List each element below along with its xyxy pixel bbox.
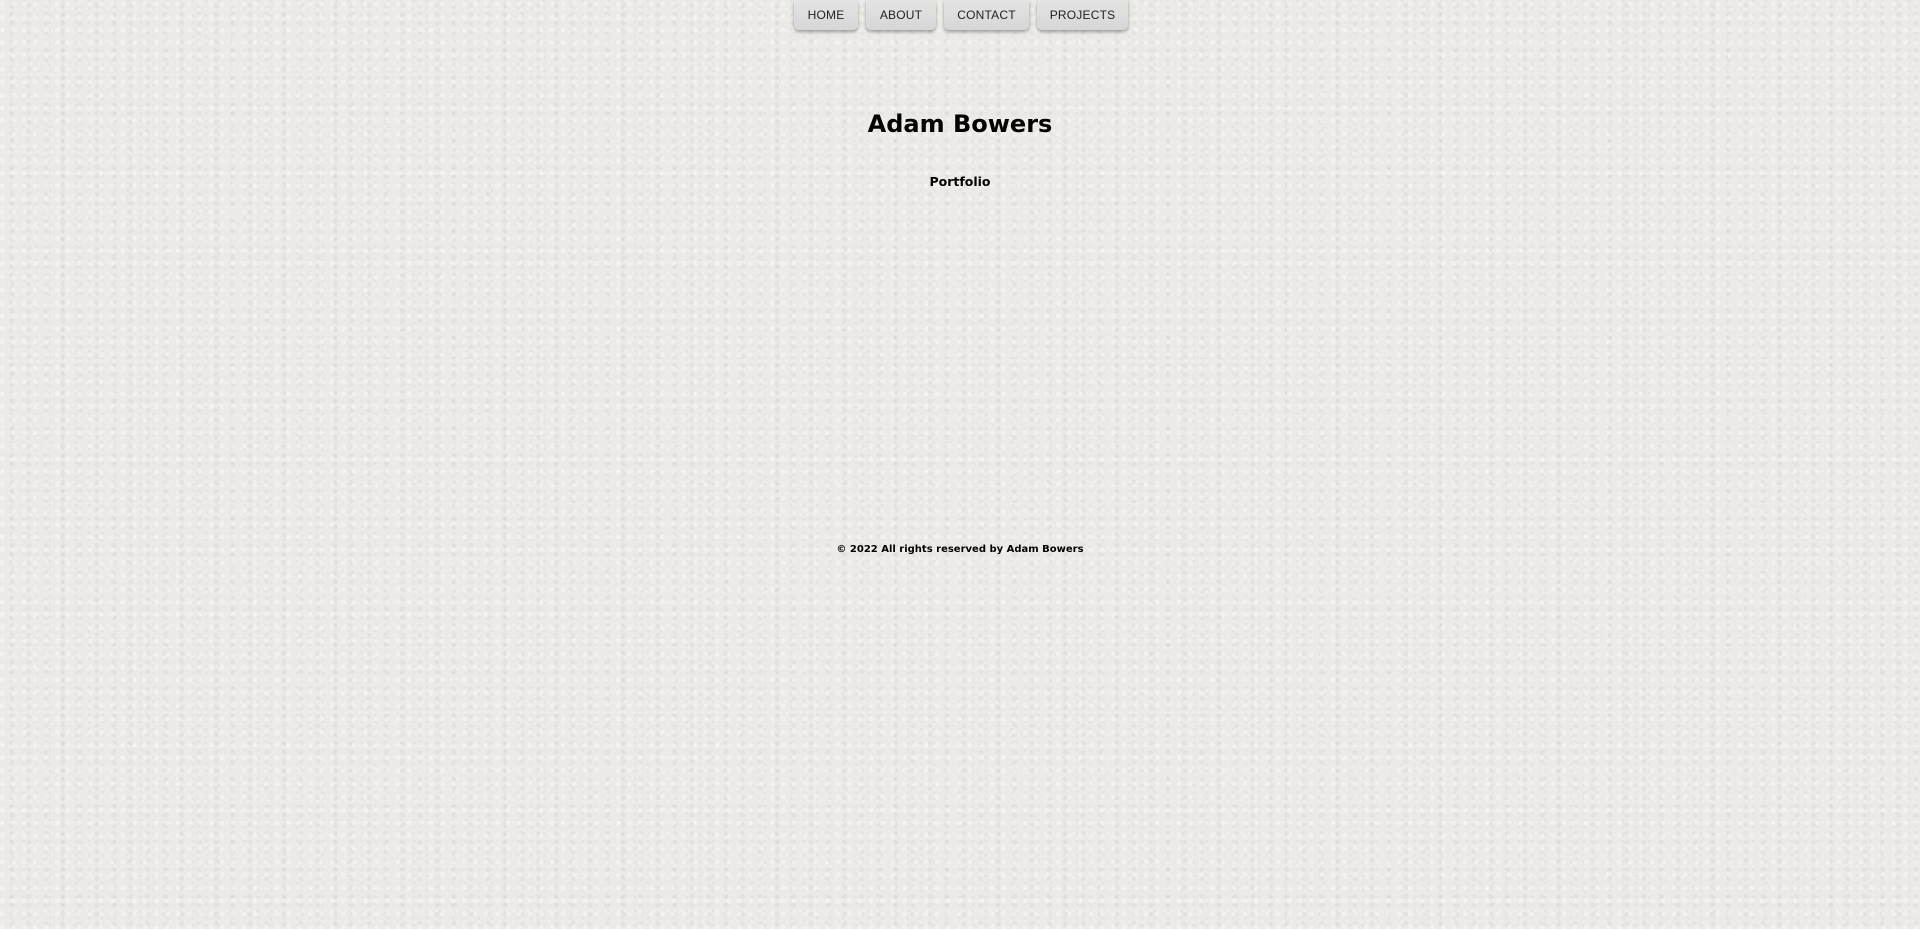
page-title: Adam Bowers [867, 110, 1053, 138]
nav-about-button[interactable]: ABOUT [866, 0, 936, 30]
page-subtitle: Portfolio [929, 174, 991, 189]
top-navigation: HOME ABOUT CONTACT PROJECTS [794, 0, 1128, 30]
nav-home-button[interactable]: HOME [794, 0, 858, 30]
nav-contact-button[interactable]: CONTACT [944, 0, 1029, 30]
footer-copyright: © 2022 All rights reserved by Adam Bower… [836, 544, 1084, 555]
nav-projects-button[interactable]: PROJECTS [1037, 0, 1128, 30]
